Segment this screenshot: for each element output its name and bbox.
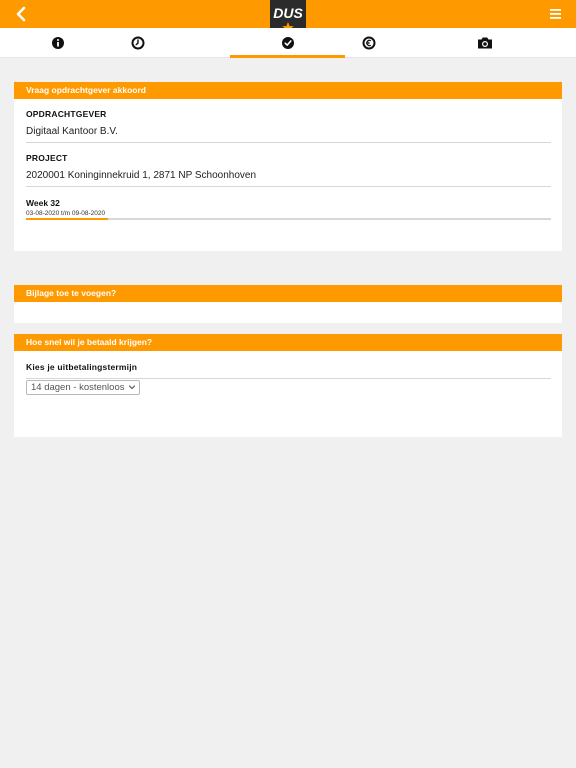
payment-card: Hoe snel wil je betaald krijgen? Kies je… [14, 334, 562, 437]
week-range: 03-08-2020 t/m 09-08-2020 [26, 210, 106, 217]
week-selector-fill [26, 218, 108, 220]
approval-card: Vraag opdrachtgever akkoord OPDRACHTGEVE… [14, 82, 562, 251]
check-circle-icon [281, 37, 294, 49]
client-value: Digitaal Kantoor B.V. [26, 126, 118, 137]
chevron-left-icon [16, 6, 26, 22]
project-divider [26, 186, 551, 187]
tab-bar [0, 28, 576, 58]
approval-card-header: Vraag opdrachtgever akkoord [14, 82, 562, 99]
tab-expenses[interactable] [311, 28, 426, 58]
week-selector[interactable] [26, 218, 551, 220]
client-label: OPDRACHTGEVER [26, 109, 107, 119]
back-button[interactable] [10, 4, 32, 24]
payment-term-select[interactable]: 14 dagen - kostenloos [26, 380, 140, 395]
tab-time[interactable] [80, 28, 195, 58]
camera-icon [477, 37, 492, 49]
clock-icon [131, 36, 144, 50]
euro-icon [362, 36, 375, 50]
info-icon [51, 37, 64, 49]
menu-button[interactable] [548, 7, 564, 21]
payment-divider [26, 378, 551, 379]
chevron-down-icon [128, 385, 136, 390]
payment-card-header: Hoe snel wil je betaald krijgen? [14, 334, 562, 351]
attachment-card[interactable]: Bijlage toe te voegen? [14, 285, 562, 323]
payment-term-value: 14 dagen - kostenloos [31, 382, 125, 393]
tab-photo[interactable] [427, 28, 542, 58]
hamburger-icon [550, 9, 561, 19]
project-value: 2020001 Koninginnekruid 1, 2871 NP Schoo… [26, 170, 256, 181]
week-label: Week 32 [26, 198, 60, 208]
client-divider [26, 142, 551, 143]
logo-text: DUS [273, 5, 303, 21]
payment-term-label: Kies je uitbetalingstermijn [26, 362, 138, 372]
project-label: PROJECT [26, 153, 68, 163]
attachment-card-header: Bijlage toe te voegen? [14, 285, 562, 302]
